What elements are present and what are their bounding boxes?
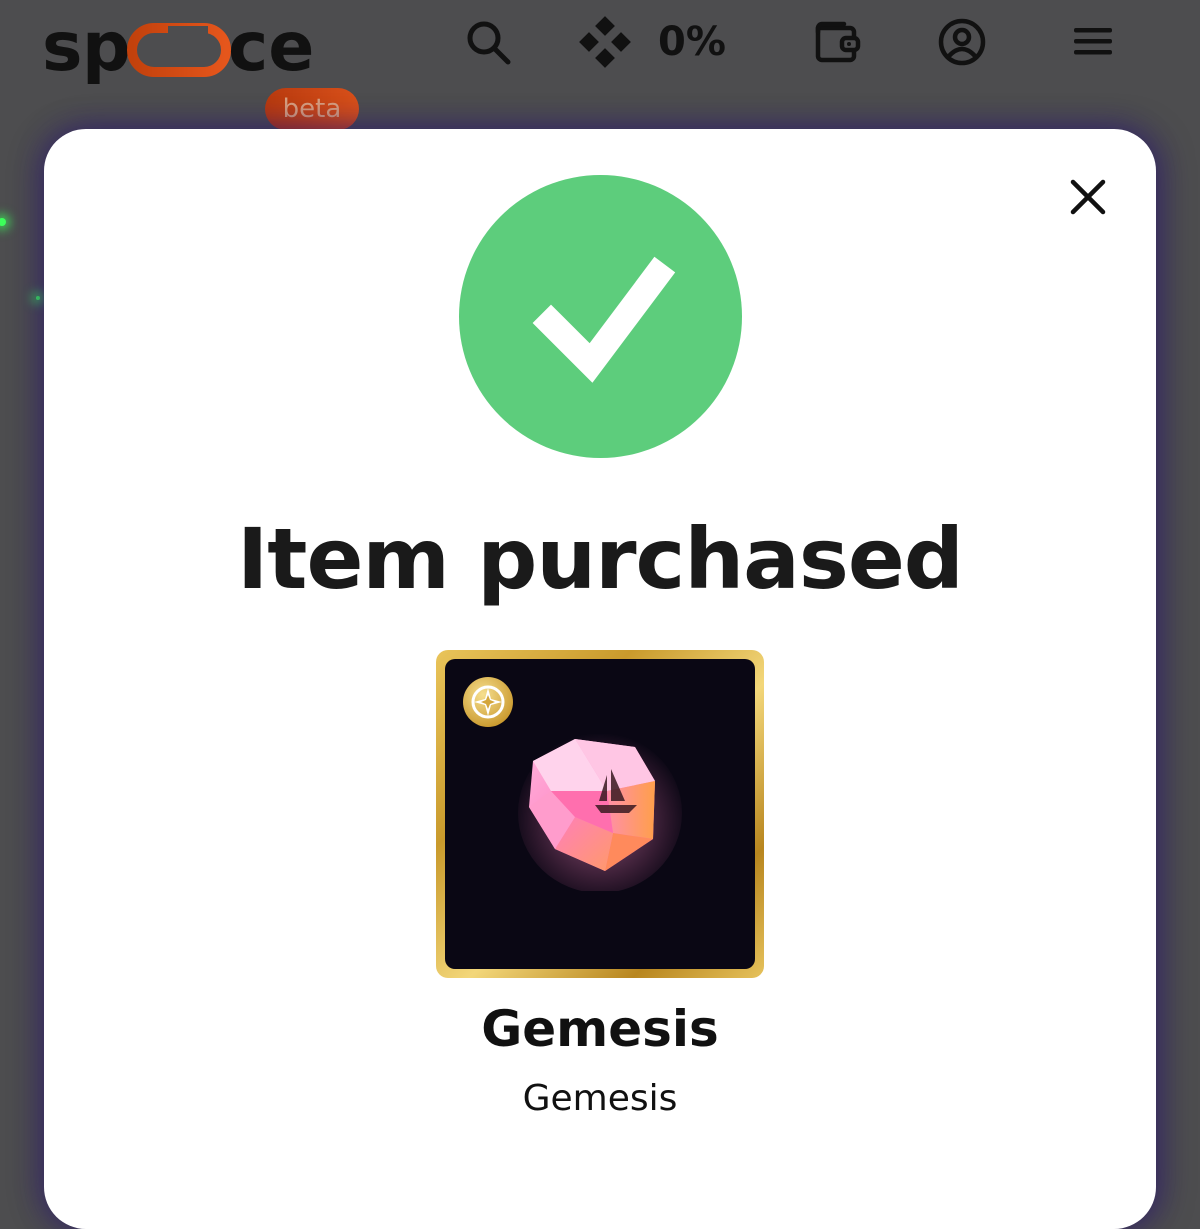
progress-indicator[interactable]: 0% bbox=[578, 14, 726, 70]
close-icon bbox=[1070, 179, 1106, 215]
close-button[interactable] bbox=[1064, 173, 1112, 221]
top-bar: s p ce beta 0% bbox=[0, 0, 1200, 130]
search-icon bbox=[467, 21, 511, 65]
checkmark-icon bbox=[532, 256, 676, 383]
account-button[interactable] bbox=[934, 14, 990, 70]
item-image bbox=[445, 659, 755, 969]
wallet-icon bbox=[815, 21, 861, 63]
item-collection: Gemesis bbox=[522, 1078, 678, 1119]
beta-badge: beta bbox=[265, 88, 359, 130]
svg-text:s: s bbox=[42, 8, 82, 87]
gem-icon bbox=[518, 733, 682, 891]
svg-text:p: p bbox=[82, 8, 131, 87]
logo-wordmark: s p ce bbox=[42, 8, 314, 87]
space-logo[interactable]: s p ce beta bbox=[42, 8, 359, 130]
svg-text:ce: ce bbox=[228, 8, 314, 87]
modal-title: Item purchased bbox=[237, 510, 964, 608]
success-indicator bbox=[459, 175, 742, 458]
menu-button[interactable] bbox=[1066, 14, 1122, 70]
item-name: Gemesis bbox=[481, 1000, 719, 1058]
purchase-success-modal: Item purchased Gemesis Gemesis bbox=[44, 129, 1156, 1229]
progress-percent: 0% bbox=[658, 19, 726, 65]
glow-particle bbox=[36, 296, 40, 300]
diamond-cluster-icon bbox=[579, 16, 631, 68]
hamburger-menu-icon bbox=[1074, 28, 1112, 55]
item-card[interactable] bbox=[436, 650, 764, 978]
glow-particle bbox=[0, 218, 6, 226]
user-circle-icon bbox=[938, 18, 986, 66]
search-button[interactable] bbox=[460, 14, 516, 70]
wallet-button[interactable] bbox=[810, 14, 866, 70]
star-badge-icon bbox=[463, 677, 513, 727]
